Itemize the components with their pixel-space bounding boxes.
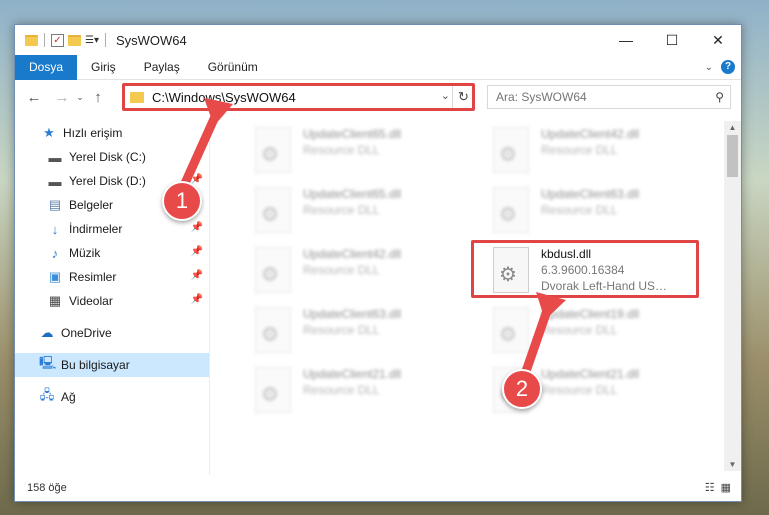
step-2-badge: 2 [502, 369, 542, 409]
step-1-badge: 1 [162, 181, 202, 221]
annotation-arrows [177, 98, 566, 385]
